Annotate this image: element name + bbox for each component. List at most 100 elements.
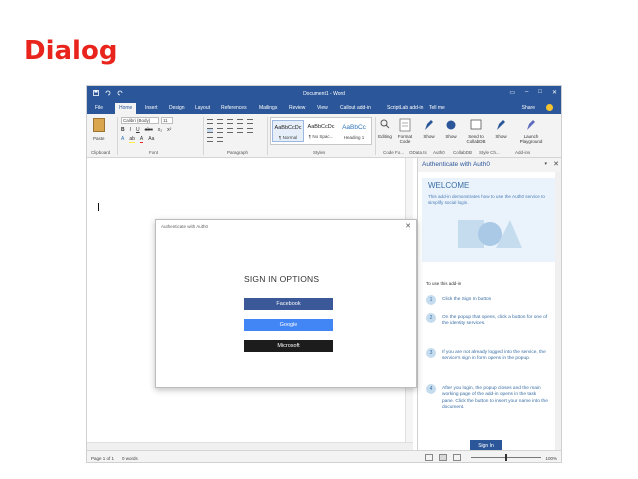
strikethrough-icon[interactable]: abc [145, 127, 153, 133]
show-style-checker-button[interactable]: Show [491, 118, 511, 139]
word-count[interactable]: 0 words [122, 456, 138, 461]
sign-in-options-heading: SIGN IN OPTIONS [244, 274, 320, 284]
align-left-icon[interactable] [207, 128, 213, 133]
line-spacing-icon[interactable] [247, 128, 253, 133]
font-color-icon[interactable]: A [139, 136, 144, 143]
pen-icon [423, 118, 435, 132]
instructions-intro: To use this add-in [426, 281, 462, 286]
step-number: 3 [426, 348, 436, 358]
send-icon [470, 118, 482, 132]
read-mode-icon[interactable] [425, 454, 433, 461]
zoom-level[interactable]: 100% [545, 456, 557, 461]
group-label-paragraph: Paragraph [227, 150, 249, 155]
underline-icon[interactable]: U [136, 127, 140, 133]
task-pane-scrollbar[interactable] [555, 172, 561, 450]
italic-icon[interactable]: I [130, 127, 131, 133]
share-button[interactable]: Share [522, 105, 535, 111]
microsoft-button[interactable]: Microsoft [244, 340, 333, 352]
group-divider [203, 117, 204, 155]
pen-icon [495, 118, 507, 132]
send-to-collabdb-button[interactable]: Send to CollabDB [463, 118, 489, 144]
editing-button[interactable]: Editing [375, 118, 395, 139]
step-text: If you are not already logged into the s… [442, 350, 546, 362]
tab-scriptlab-add-in[interactable]: ScriptLab add-in [387, 105, 423, 111]
increase-indent-icon[interactable] [247, 119, 253, 124]
page-count[interactable]: Page 1 of 1 [91, 456, 114, 461]
facebook-button[interactable]: Facebook [244, 298, 333, 310]
view-buttons [425, 454, 461, 461]
feedback-smile-icon[interactable] [546, 104, 553, 111]
tab-file[interactable]: File [95, 105, 103, 111]
tab-view[interactable]: View [317, 105, 328, 111]
subscript-icon[interactable]: x₂ [158, 127, 162, 133]
text-effects-icon[interactable]: A [121, 136, 124, 143]
align-buttons-row [207, 128, 253, 133]
tab-design[interactable]: Design [169, 105, 185, 111]
align-right-icon[interactable] [227, 128, 233, 133]
highlight-icon[interactable]: ab [129, 136, 135, 143]
launch-playground-button[interactable]: Launch Playground [515, 118, 547, 144]
google-button[interactable]: Google [244, 319, 333, 331]
playground-icon [525, 118, 537, 132]
group-label-style-checker: Style Ch... [479, 150, 500, 155]
dialog-title: Authenticate with Auth0 [161, 224, 209, 229]
tab-layout[interactable]: Layout [195, 105, 210, 111]
shading-buttons-row [207, 137, 223, 142]
step-number: 2 [426, 313, 436, 323]
style-normal[interactable]: AaBbCcDc ¶ Normal [272, 120, 304, 142]
tell-me-box[interactable]: Tell me [429, 105, 445, 111]
format-code-button[interactable]: Format Code [395, 118, 415, 144]
styles-gallery: AaBbCcDc ¶ Normal AaBbCcDc ¶ No Spac... … [270, 117, 372, 145]
group-label-code-format: Code Fo... [383, 150, 405, 155]
borders-icon[interactable] [217, 137, 223, 142]
numbering-icon[interactable] [217, 119, 223, 124]
font-name-dropdown[interactable]: Calibri (Body) [121, 117, 159, 124]
font-size-dropdown[interactable]: 11 [161, 117, 173, 124]
tab-references[interactable]: References [221, 105, 247, 111]
window-title: Document1 - Word [303, 91, 345, 97]
horizontal-scrollbar[interactable] [87, 442, 413, 450]
minimize-icon[interactable]: – [525, 89, 528, 96]
ribbon-tabs: File Home Insert Design Layout Reference… [87, 102, 561, 114]
web-layout-icon[interactable] [453, 454, 461, 461]
show-button[interactable]: Show [419, 118, 439, 139]
task-pane-close-icon[interactable]: ✕ [553, 160, 559, 168]
paste-label[interactable]: Paste [93, 136, 105, 141]
step-text: After you login, the popup closes and th… [442, 386, 548, 411]
shading-icon[interactable] [207, 137, 213, 142]
tab-home[interactable]: Home [115, 103, 137, 114]
window-controls: ▭ – □ ✕ [509, 89, 557, 96]
justify-icon[interactable] [237, 128, 243, 133]
style-no-spacing[interactable]: AaBbCcDc ¶ No Spac... [305, 120, 337, 142]
dialog-close-icon[interactable]: ✕ [405, 222, 411, 230]
task-pane: Authenticate with Auth0 ▾ ✕ WELCOME This… [417, 158, 561, 452]
show-auth0-button[interactable]: Show [441, 118, 461, 139]
group-label-collabdb: CollabDB [453, 150, 473, 155]
addin-logo-icon [456, 218, 524, 250]
ribbon: Paste Clipboard Calibri (Body) 11 B I U … [87, 114, 561, 158]
zoom-slider-thumb[interactable] [505, 454, 507, 461]
align-center-icon[interactable] [217, 128, 223, 133]
close-icon[interactable]: ✕ [552, 89, 557, 96]
ribbon-options-icon[interactable]: ▭ [509, 89, 515, 96]
group-label-odata: OData.ts [409, 150, 427, 155]
welcome-banner: WELCOME This add-in demonstrates how to … [422, 178, 555, 262]
change-case-icon[interactable]: Aa [148, 136, 154, 143]
tab-callout-add-in[interactable]: Callout add-in [340, 105, 371, 111]
task-pane-options-icon[interactable]: ▾ [544, 161, 547, 167]
superscript-icon[interactable]: x² [167, 127, 171, 133]
tab-review[interactable]: Review [289, 105, 305, 111]
step-number: 4 [426, 384, 436, 394]
decrease-indent-icon[interactable] [237, 119, 243, 124]
group-label-font: Font [149, 150, 159, 155]
print-layout-icon[interactable] [439, 454, 447, 461]
tab-mailings[interactable]: Mailings [259, 105, 277, 111]
auth0-icon [445, 118, 457, 132]
bold-icon[interactable]: B [121, 127, 125, 133]
bullets-icon[interactable] [207, 119, 213, 124]
paste-icon[interactable] [93, 118, 105, 132]
maximize-icon[interactable]: □ [538, 89, 542, 96]
tab-insert[interactable]: Insert [145, 105, 158, 111]
style-heading-1[interactable]: AaBbCc Heading 1 [338, 120, 370, 142]
multilevel-list-icon[interactable] [227, 119, 233, 124]
